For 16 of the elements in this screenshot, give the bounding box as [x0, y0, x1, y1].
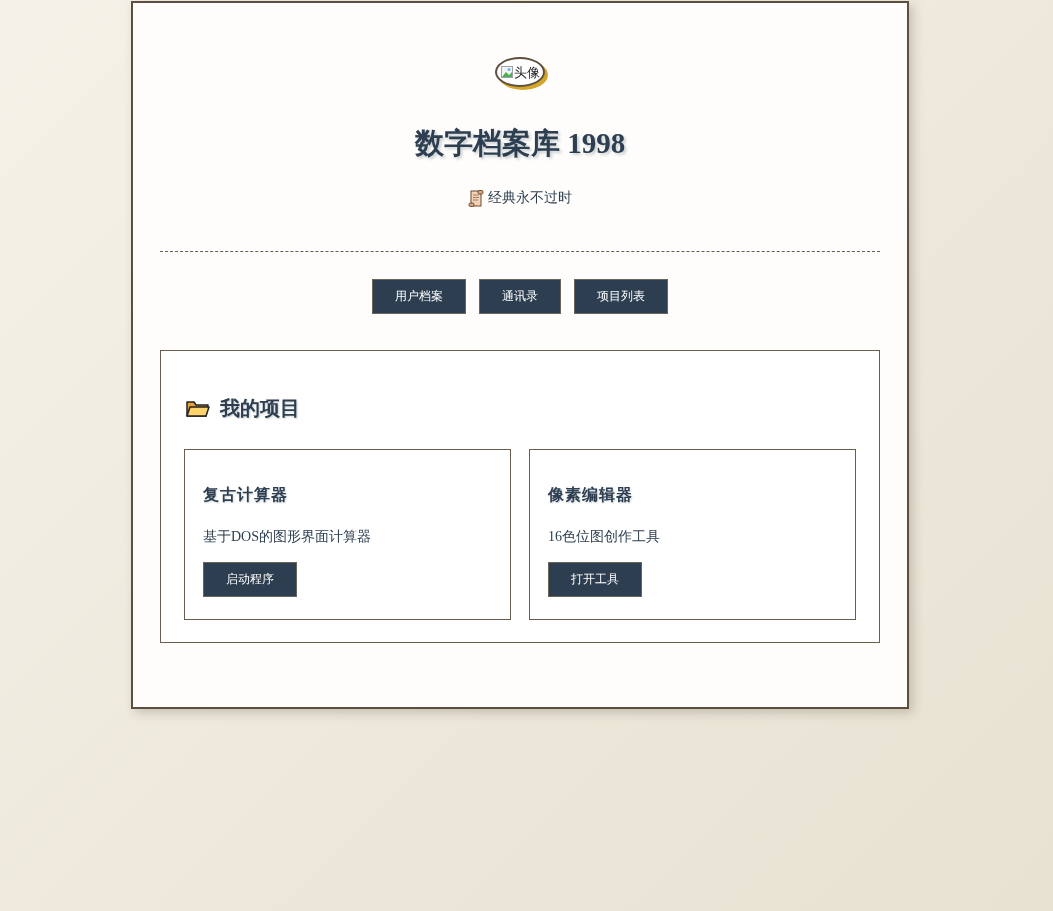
project-action-button[interactable]: 启动程序: [203, 562, 297, 597]
tagline-text: 经典永不过时: [488, 189, 572, 207]
section-heading: 我的项目: [220, 396, 300, 421]
site-title: 数字档案库 1998: [414, 126, 626, 161]
nav-button[interactable]: 项目列表: [574, 279, 668, 314]
nav-button[interactable]: 用户档案: [372, 279, 466, 314]
project-title: 复古计算器: [203, 485, 289, 505]
project-title: 像素编辑器: [548, 485, 634, 505]
scroll-icon: [468, 189, 484, 207]
project-description: 16色位图创作工具: [548, 528, 661, 546]
project-action-button[interactable]: 打开工具: [548, 562, 642, 597]
broken-image-icon: [500, 66, 513, 78]
nav-button[interactable]: 通讯录: [479, 279, 561, 314]
avatar-alt-text: 头像: [513, 65, 540, 79]
project-description: 基于DOS的图形界面计算器: [203, 528, 372, 546]
folder-icon: [186, 398, 210, 418]
